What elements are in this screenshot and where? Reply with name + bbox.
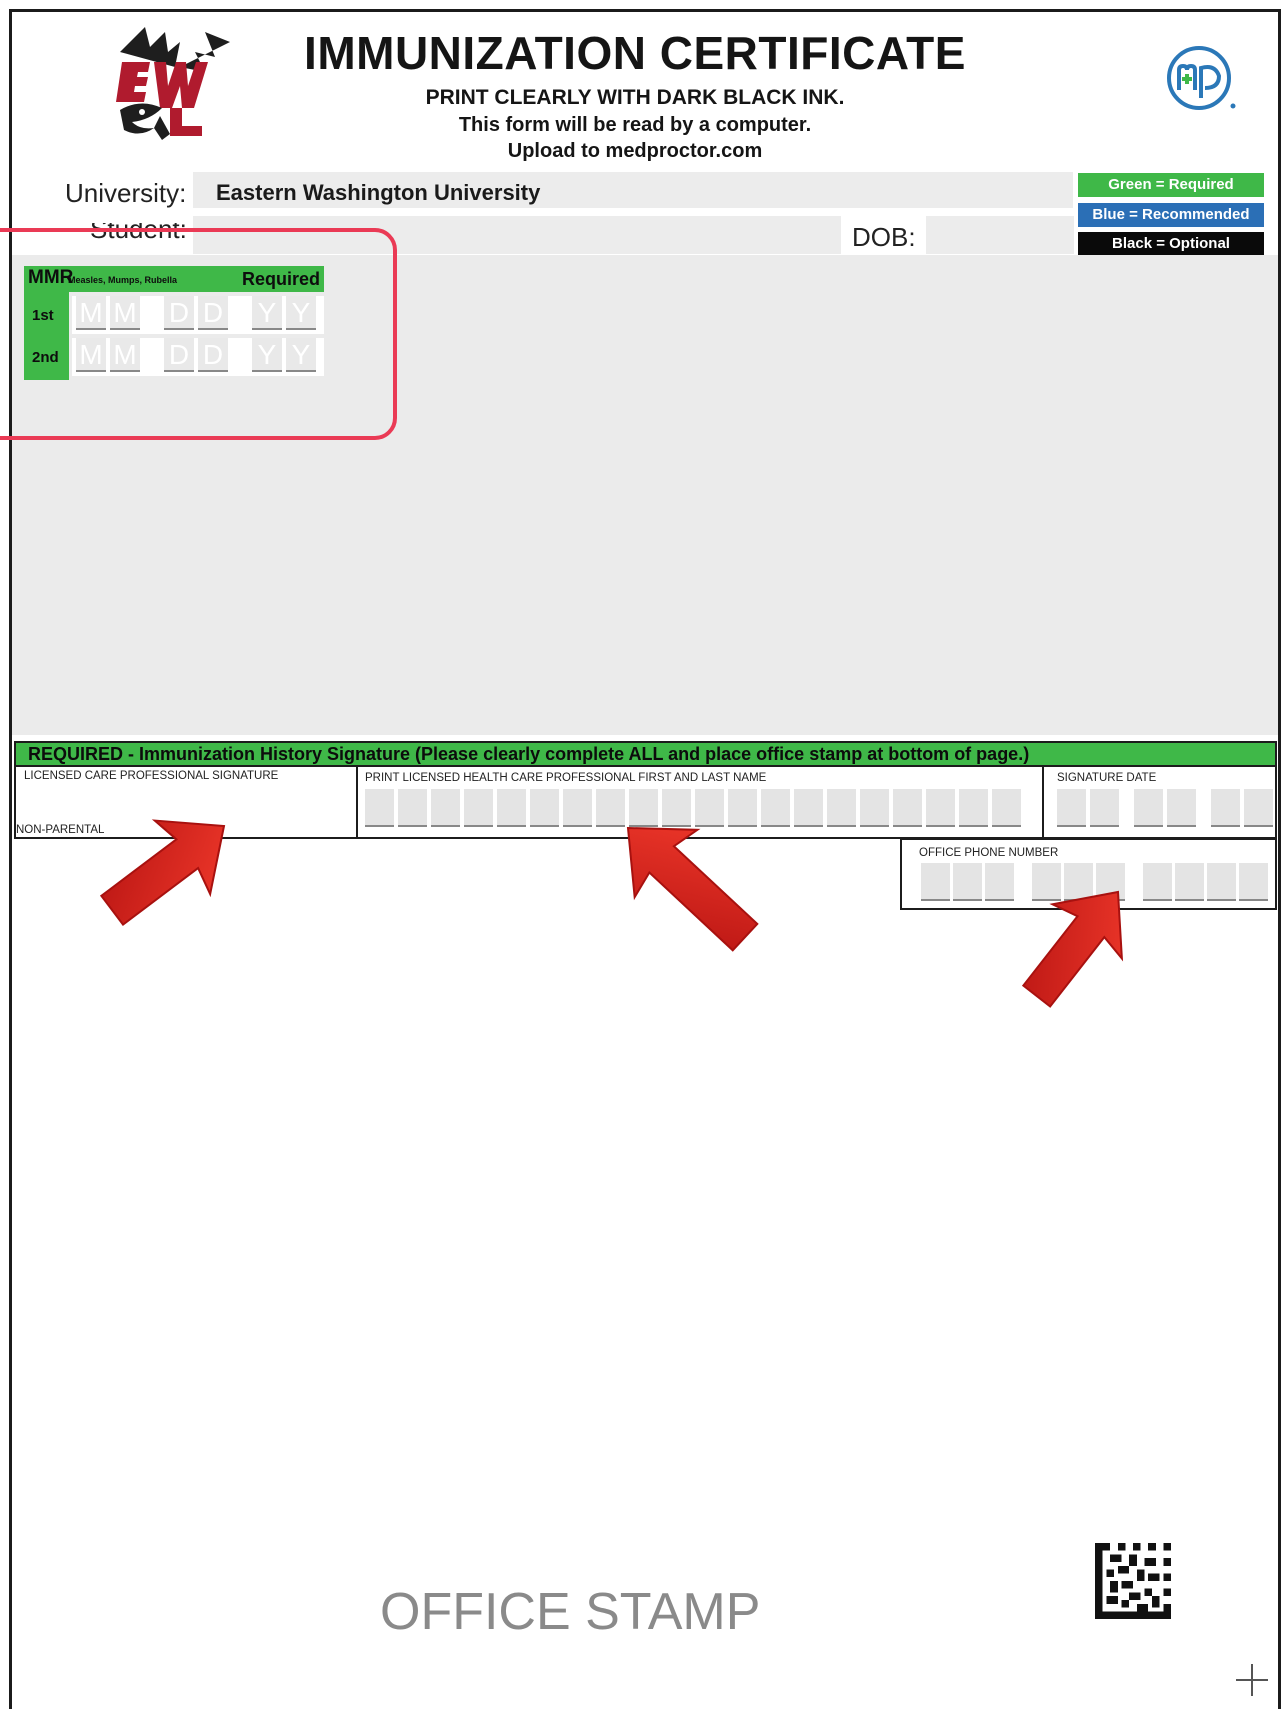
phone-cell[interactable] [1175,863,1204,901]
university-label: University: [65,178,187,208]
name-cell[interactable] [662,789,691,827]
university-value: Eastern Washington University [216,180,541,205]
name-cell[interactable] [761,789,790,827]
name-cell[interactable] [398,789,427,827]
print-name-cells [365,789,1035,829]
signature-date-cells [1057,789,1275,829]
print-name-label: PRINT LICENSED HEALTH CARE PROFESSIONAL … [365,772,767,784]
name-cell[interactable] [860,789,889,827]
name-cell[interactable] [926,789,955,827]
legend-blue: Blue = Recommended [1078,203,1264,227]
date-cell[interactable] [1134,789,1163,827]
instruction-line-1: PRINT CLEARLY WITH DARK BLACK INK. [425,86,845,109]
office-stamp-label: OFFICE STAMP [380,1583,761,1641]
office-phone-label: OFFICE PHONE NUMBER [919,847,1059,859]
name-cell[interactable] [365,789,394,827]
university-field[interactable]: Eastern Washington University [193,172,1073,208]
medproctor-logo-icon [1167,46,1236,110]
name-cell[interactable] [563,789,592,827]
name-cell[interactable] [992,789,1021,827]
signature-divider-2 [1042,767,1044,837]
phone-cell[interactable] [1207,863,1236,901]
name-cell[interactable] [959,789,988,827]
mmr-highlight-outline [0,228,397,440]
name-cell[interactable] [695,789,724,827]
dob-label: DOB: [852,222,916,252]
dob-field[interactable] [926,216,1074,254]
plus-icon[interactable] [1232,1660,1272,1700]
phone-cell[interactable] [1239,863,1268,901]
date-cell[interactable] [1211,789,1240,827]
signature-divider-1 [356,767,358,837]
instruction-line-3: Upload to medproctor.com [507,140,763,162]
name-cell[interactable] [431,789,460,827]
phone-cell[interactable] [985,863,1014,901]
name-cell[interactable] [497,789,526,827]
instruction-line-2: This form will be read by a computer. [458,114,812,136]
legend-black: Black = Optional [1078,232,1264,256]
form-title: IMMUNIZATION CERTIFICATE [304,27,966,79]
signature-date-label: SIGNATURE DATE [1057,772,1157,784]
name-cell[interactable] [596,789,625,827]
professional-signature-field[interactable] [18,781,354,825]
signature-row: LICENSED CARE PROFESSIONAL SIGNATURE NON… [14,767,1277,839]
phone-cell[interactable] [1032,863,1061,901]
office-phone-cells [921,863,1273,903]
legend-green: Green = Required [1078,173,1264,197]
office-phone-box: OFFICE PHONE NUMBER [900,838,1277,910]
name-cell[interactable] [794,789,823,827]
name-cell[interactable] [827,789,856,827]
phone-cell[interactable] [1143,863,1172,901]
date-cell[interactable] [1090,789,1119,827]
phone-cell[interactable] [921,863,950,901]
eagle-logo-icon [116,27,230,140]
qr-code-icon [1095,1543,1171,1619]
signature-required-bar: REQUIRED - Immunization History Signatur… [14,741,1277,767]
date-cell[interactable] [1057,789,1086,827]
phone-cell[interactable] [1064,863,1093,901]
name-cell[interactable] [728,789,757,827]
phone-cell[interactable] [1096,863,1125,901]
name-cell[interactable] [893,789,922,827]
name-cell[interactable] [629,789,658,827]
immunization-form-page: IMMUNIZATION CERTIFICATE PRINT CLEARLY W… [0,0,1285,1709]
name-cell[interactable] [464,789,493,827]
date-cell[interactable] [1167,789,1196,827]
date-cell[interactable] [1244,789,1273,827]
non-parental-label: NON-PARENTAL [16,824,105,836]
phone-cell[interactable] [953,863,982,901]
name-cell[interactable] [530,789,559,827]
